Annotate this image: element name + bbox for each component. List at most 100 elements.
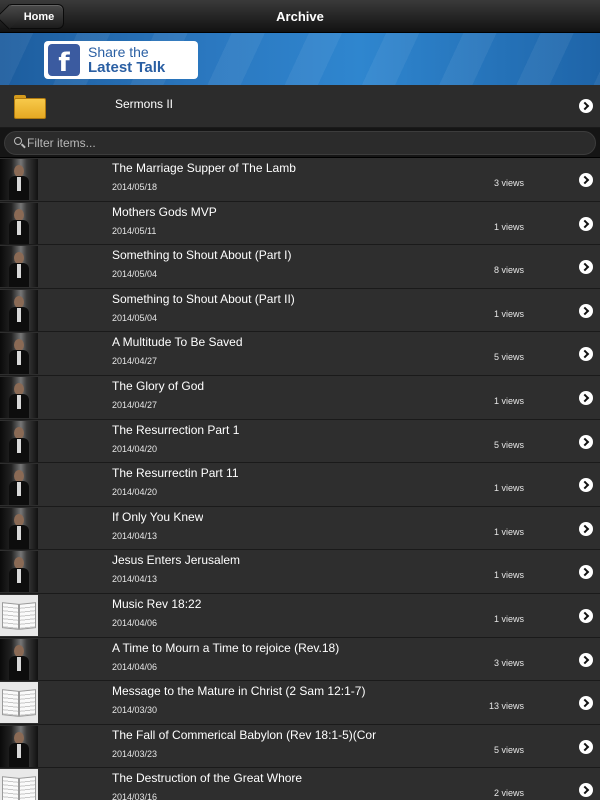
chevron-right-icon[interactable] [579,739,593,754]
chevron-right-icon[interactable] [579,303,593,318]
item-date: 2014/04/20 [112,443,158,454]
item-title: The Glory of God [112,378,205,393]
list-item[interactable]: Mothers Gods MVP 2014/05/11 1 views [0,201,600,246]
item-views: 1 views [493,308,524,319]
chevron-right-icon[interactable] [579,434,593,449]
chevron-right-icon[interactable] [579,521,593,536]
item-views: 5 views [493,744,524,755]
list-item[interactable]: A Multitude To Be Saved 2014/04/27 5 views [0,332,600,376]
chevron-right-icon[interactable] [579,216,593,231]
item-title: A Multitude To Be Saved [112,335,243,350]
item-title: The Resurrection Part 1 [112,422,240,437]
bible-thumbnail [0,769,38,800]
chevron-right-icon[interactable] [579,783,593,798]
item-date: 2014/05/04 [112,312,158,323]
list-item[interactable]: The Glory of God 2014/04/27 1 views [0,375,600,420]
item-views: 1 views [493,570,524,581]
speaker-thumbnail [0,507,38,549]
share-banner: f Share the Latest Talk [0,33,600,85]
facebook-share-button[interactable]: f Share the Latest Talk [44,41,198,79]
item-views: 2 views [493,788,524,799]
chevron-right-icon[interactable] [579,652,593,667]
item-views: 1 views [493,613,524,624]
item-title: The Fall of Commerical Babylon (Rev 18:1… [112,727,377,742]
list-item[interactable]: Music Rev 18:22 2014/04/06 1 views [0,593,600,638]
search-icon [14,137,26,149]
folder-row-sermons-ii[interactable]: Sermons II [0,85,600,128]
item-date: 2014/05/18 [112,182,158,192]
chevron-right-icon[interactable] [579,347,593,362]
item-title: Music Rev 18:22 [112,596,202,611]
list-item[interactable]: The Destruction of the Great Whore 2014/0… [0,768,600,800]
list-item[interactable]: Message to the Mature in Christ (2 Sam 1… [0,681,600,725]
item-title: Something to Shout About (Part I) [112,248,292,263]
item-date: 2014/04/27 [112,399,158,410]
item-title: Message to the Mature in Christ (2 Sam 1… [112,684,366,699]
speaker-thumbnail [0,246,38,288]
chevron-right-icon[interactable] [579,390,593,405]
item-title: Something to Shout About (Part II) [112,291,295,306]
filter-field[interactable] [4,131,596,155]
list-item[interactable]: Something to Shout About (Part II) 2014/0… [0,288,600,333]
item-date: 2014/04/13 [112,574,158,585]
item-views: 1 views [493,395,524,406]
speaker-thumbnail [0,289,38,331]
navigation-bar: Home Archive [0,0,600,33]
item-views: 8 views [493,265,524,276]
speaker-thumbnail [0,376,38,418]
item-title: Mothers Gods MVP [112,204,217,219]
share-text-line1: Share the [88,44,149,60]
item-title: The Marriage Supper of The Lamb [112,161,296,175]
item-title: Jesus Enters Jerusalem [112,553,241,568]
page-title: Archive [276,9,324,24]
chevron-right-icon[interactable] [579,478,593,493]
item-date: 2014/04/27 [112,356,158,367]
chevron-right-icon[interactable] [579,608,593,623]
item-views: 13 views [488,701,524,712]
item-date: 2014/03/16 [112,792,158,800]
chevron-right-icon[interactable] [579,696,593,711]
item-date: 2014/03/23 [112,748,158,759]
list-item[interactable]: The Marriage Supper of The Lamb 2014/05/1… [0,158,600,202]
speaker-thumbnail [0,638,38,680]
list-item[interactable]: The Fall of Commerical Babylon (Rev 18:1… [0,724,600,769]
item-title: A Time to Mourn a Time to rejoice (Rev.1… [112,640,340,655]
list-item[interactable]: The Resurrectin Part 11 2014/04/20 1 views [0,463,600,507]
chevron-right-icon[interactable] [579,565,593,580]
item-title: If Only You Knew [112,509,204,524]
item-views: 3 views [493,657,524,668]
folder-label: Sermons II [115,97,174,111]
item-date: 2014/05/11 [112,225,157,236]
filter-bar [0,128,600,158]
speaker-thumbnail [0,159,38,200]
share-text: Share the Latest Talk [88,45,165,75]
item-views: 5 views [493,439,524,450]
speaker-thumbnail [0,420,38,462]
filter-input[interactable] [27,135,567,151]
speaker-thumbnail [0,725,38,767]
item-views: 1 views [493,483,524,494]
item-date: 2014/04/20 [112,487,158,498]
bible-thumbnail [0,594,38,636]
chevron-right-icon[interactable] [579,173,593,187]
item-views: 3 views [493,178,524,188]
sermon-list: The Marriage Supper of The Lamb 2014/05/1… [0,158,600,800]
facebook-icon: f [48,44,80,76]
speaker-thumbnail [0,202,38,244]
speaker-thumbnail [0,551,38,593]
list-item[interactable]: Something to Shout About (Part I) 2014/05… [0,245,600,289]
item-date: 2014/03/30 [112,705,158,716]
bible-thumbnail [0,682,38,724]
list-item[interactable]: If Only You Knew 2014/04/13 1 views [0,506,600,551]
item-title: The Resurrectin Part 11 [112,466,239,481]
item-date: 2014/05/04 [112,269,158,280]
list-item[interactable]: A Time to Mourn a Time to rejoice (Rev.1… [0,637,600,682]
share-text-line2: Latest Talk [88,59,166,76]
folder-icon [14,95,46,119]
item-date: 2014/04/06 [112,617,158,628]
chevron-right-icon[interactable] [579,260,593,275]
item-views: 1 views [493,526,524,537]
chevron-right-icon[interactable] [579,99,593,113]
list-item[interactable]: The Resurrection Part 1 2014/04/20 5 views [0,419,600,464]
list-item[interactable]: Jesus Enters Jerusalem 2014/04/13 1 views [0,550,600,594]
